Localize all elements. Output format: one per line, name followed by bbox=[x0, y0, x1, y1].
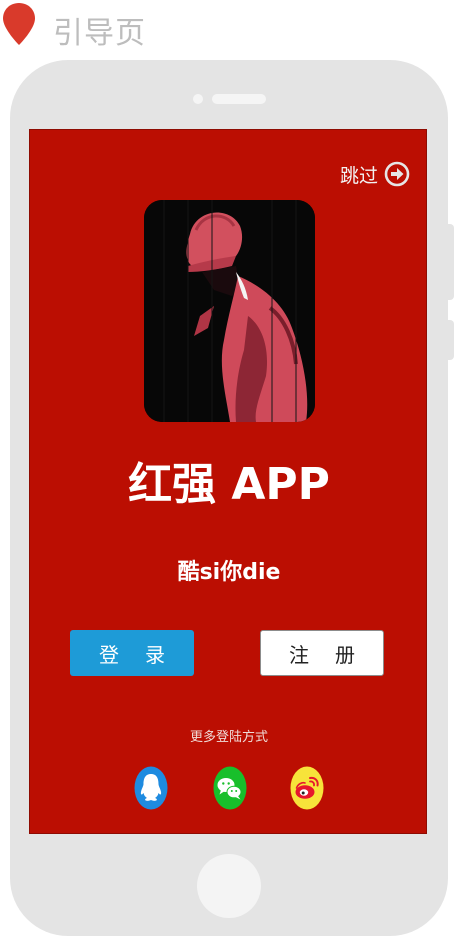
page-title: 引导页 bbox=[53, 16, 146, 51]
phone-speaker bbox=[212, 94, 266, 104]
skip-label: 跳过 bbox=[339, 164, 378, 187]
wechat-icon[interactable] bbox=[213, 766, 247, 810]
phone-side-button bbox=[446, 224, 454, 300]
phone-home-button[interactable] bbox=[197, 854, 261, 918]
phone-camera bbox=[193, 94, 203, 104]
arrow-right-circle-icon bbox=[384, 161, 410, 187]
login-button[interactable]: 登录 bbox=[70, 630, 194, 676]
weibo-icon[interactable] bbox=[290, 766, 324, 810]
more-login-label: 更多登陆方式 bbox=[189, 730, 268, 745]
page-header: 引导页 bbox=[0, 0, 454, 52]
login-button-label: 登录 bbox=[99, 642, 191, 667]
skip-button[interactable]: 跳过 bbox=[340, 158, 410, 190]
phone-side-button bbox=[446, 320, 454, 360]
phone-screen: 跳过 红强 APP 酷si你die 登录 注册 更多登陆方式 bbox=[29, 129, 427, 834]
register-button-label: 注册 bbox=[289, 642, 381, 667]
hero-illustration bbox=[144, 200, 315, 422]
hero-image bbox=[144, 200, 315, 422]
app-title: 红强 APP bbox=[128, 459, 330, 510]
slogan: 酷si你die bbox=[177, 560, 281, 585]
qq-icon[interactable] bbox=[134, 766, 168, 810]
register-button[interactable]: 注册 bbox=[260, 630, 384, 676]
location-pin-icon bbox=[3, 3, 35, 45]
